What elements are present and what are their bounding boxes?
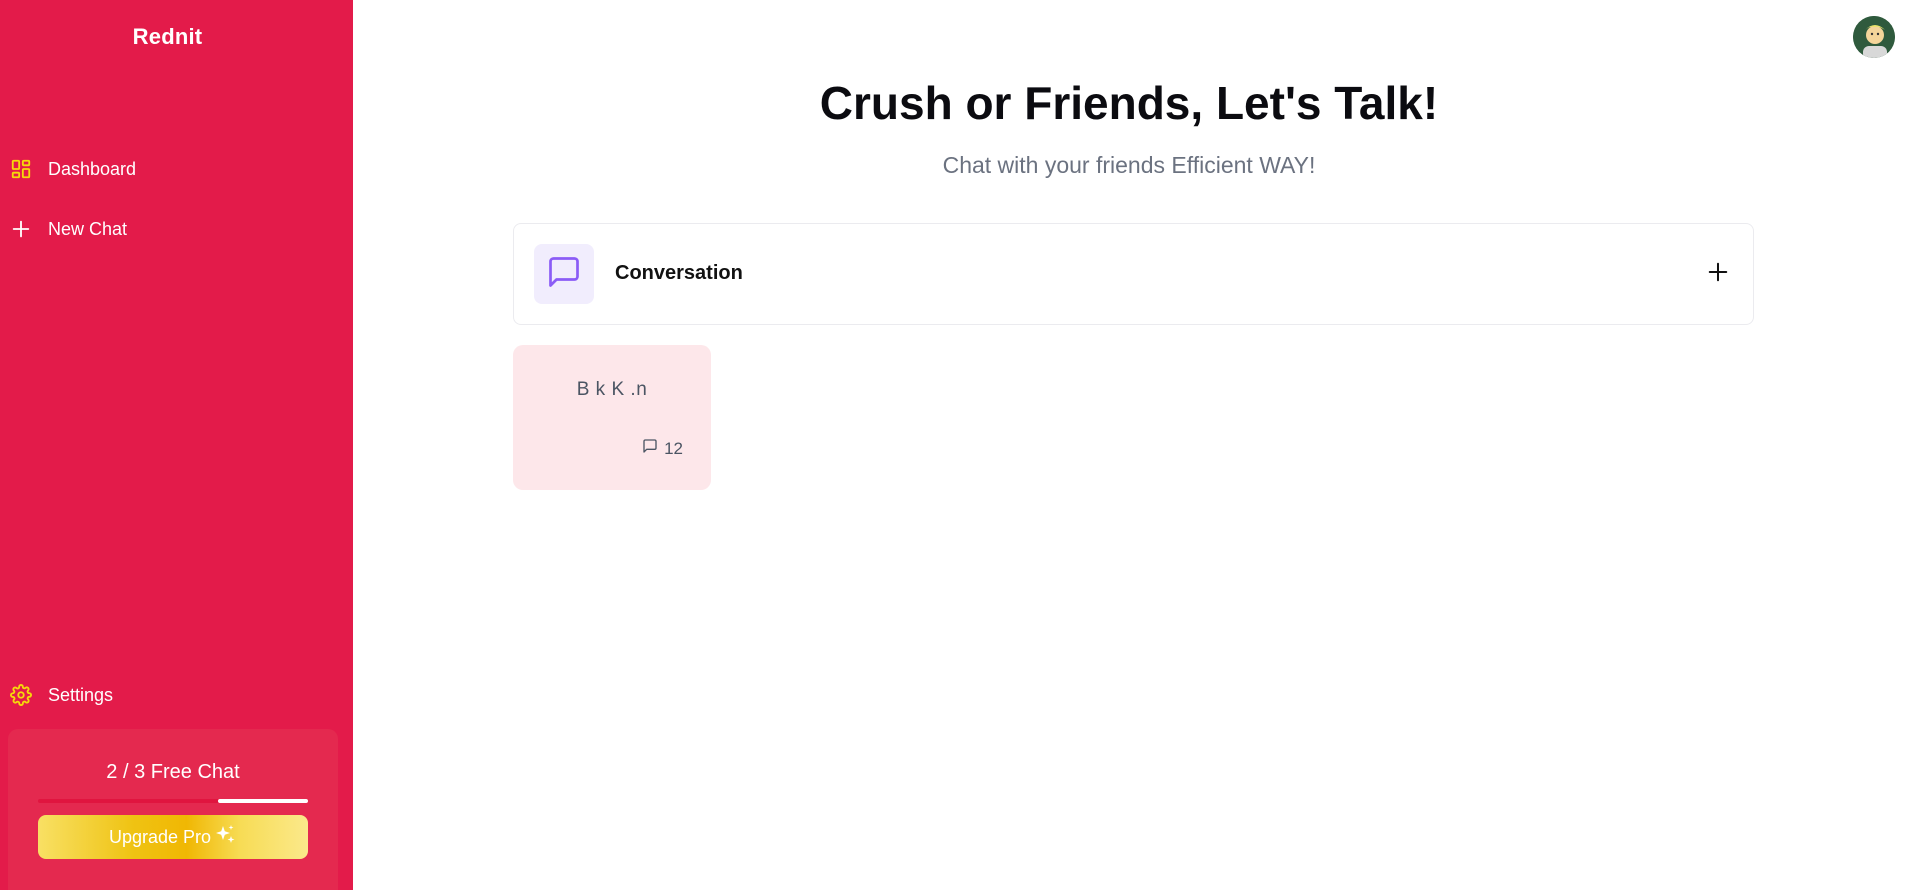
user-avatar[interactable] — [1853, 16, 1895, 58]
chat-card[interactable]: B k K .n 12 — [513, 345, 711, 490]
chat-contact-name: B k K .n — [576, 379, 648, 400]
free-plan-card: 2 / 3 Free Chat Upgrade Pro — [8, 729, 338, 890]
sidebar-item-label: New Chat — [48, 218, 128, 239]
message-square-icon — [546, 254, 582, 295]
add-conversation-button[interactable] — [1705, 261, 1731, 287]
page-subtitle: Chat with your friends Efficient WAY! — [942, 152, 1316, 178]
conversation-label: Conversation — [615, 262, 743, 284]
message-icon — [642, 438, 658, 459]
conversation-icon-box — [534, 244, 594, 304]
gear-icon — [10, 684, 32, 706]
sidebar-item-dashboard[interactable]: Dashboard — [10, 158, 136, 180]
sidebar-item-label: Settings — [48, 684, 114, 705]
new-conversation-bar[interactable]: Conversation — [513, 223, 1754, 325]
plus-icon — [1707, 261, 1729, 288]
chat-message-count: 12 — [642, 438, 683, 459]
plus-icon — [10, 218, 32, 240]
sparkles-icon — [213, 823, 237, 852]
brand-logo[interactable]: Rednit — [0, 24, 335, 50]
progress-fill — [218, 799, 308, 803]
dashboard-icon — [10, 158, 32, 180]
upgrade-label: Upgrade Pro — [108, 826, 212, 847]
free-chat-counter: 2 / 3 Free Chat — [106, 761, 240, 783]
page-title: Crush or Friends, Let's Talk! — [819, 77, 1439, 129]
upgrade-pro-button[interactable]: Upgrade Pro — [38, 815, 308, 859]
sidebar-item-label: Dashboard — [48, 158, 137, 179]
message-count-value: 12 — [664, 438, 683, 458]
sidebar-item-new-chat[interactable]: New Chat — [10, 218, 127, 240]
sidebar: Rednit Dashboard New Chat Settings 2 / 3… — [0, 0, 353, 890]
free-chat-progress — [38, 799, 308, 803]
sidebar-item-settings[interactable]: Settings — [10, 684, 113, 706]
